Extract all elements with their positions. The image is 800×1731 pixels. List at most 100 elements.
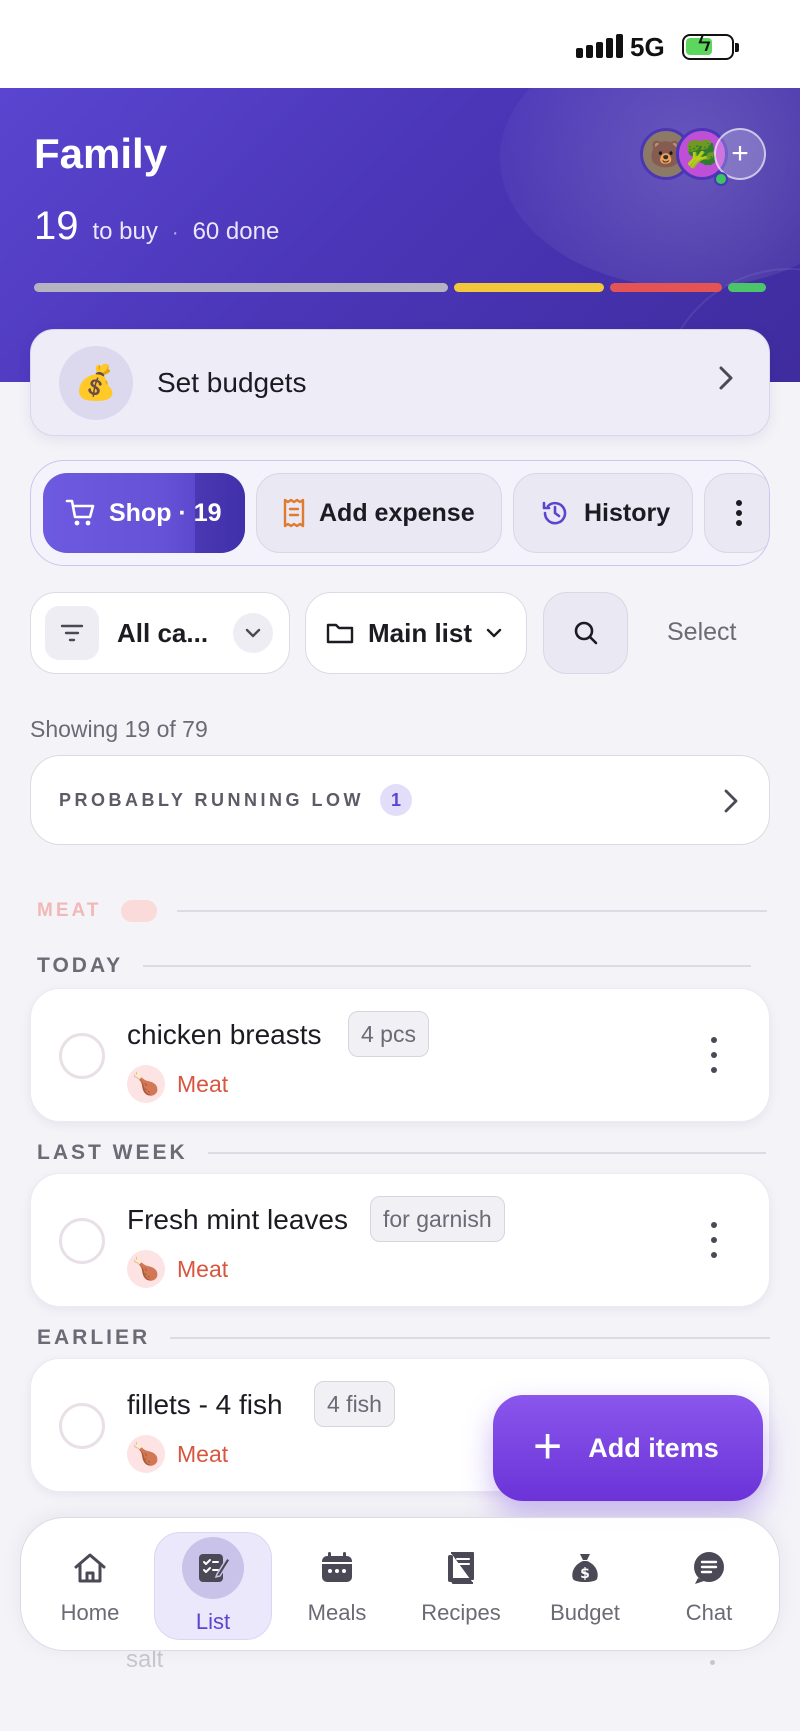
add-items-label: Add items xyxy=(588,1432,719,1463)
add-expense-button[interactable]: Add expense xyxy=(256,473,502,553)
network-label: 5G xyxy=(630,32,665,62)
showing-count: Showing 19 of 79 xyxy=(30,716,208,742)
item-name: Fresh mint leaves xyxy=(127,1204,348,1235)
progress-segment-yellow xyxy=(454,283,604,292)
chevron-down-icon xyxy=(486,628,502,638)
online-indicator xyxy=(714,172,728,186)
search-button[interactable] xyxy=(543,592,628,674)
nav-item-chat[interactable]: Chat xyxy=(650,1532,768,1640)
section-header-earlier: EARLIER xyxy=(37,1326,771,1350)
battery-charging-icon: ϟ xyxy=(682,32,739,60)
item-checkbox[interactable] xyxy=(59,1033,105,1079)
nav-item-home[interactable]: Home xyxy=(31,1532,149,1640)
plus-icon: + xyxy=(533,1418,563,1474)
nav-label: Meals xyxy=(307,1600,367,1625)
count-separator: · xyxy=(171,222,179,244)
done-count: 60 done xyxy=(192,218,280,245)
list-title: Family xyxy=(34,130,168,177)
list-item[interactable]: chicken breasts 4 pcs 🍗 Meat xyxy=(30,988,770,1122)
item-quantity-badge: for garnish xyxy=(370,1196,505,1242)
meat-icon: 🍗 xyxy=(127,1435,165,1473)
progress-bar xyxy=(34,283,766,292)
nav-label: Chat xyxy=(685,1600,733,1625)
shop-button[interactable]: Shop · 19 xyxy=(43,473,245,553)
item-checkbox[interactable] xyxy=(59,1403,105,1449)
nav-item-meals[interactable]: Meals xyxy=(278,1532,396,1640)
more-actions-button[interactable] xyxy=(704,473,769,553)
category-header-label: MEAT xyxy=(37,900,102,921)
action-bar: Shop · 19 Add expense History xyxy=(30,460,770,566)
nav-label: Budget xyxy=(550,1600,620,1625)
filter-bar: All ca... Main list Select xyxy=(30,592,770,674)
item-quantity-badge: 4 fish xyxy=(314,1381,395,1427)
bottom-nav: Home List Meals Recipes $ Budget Chat xyxy=(20,1517,780,1651)
section-header-label: TODAY xyxy=(37,954,124,977)
item-menu-button[interactable] xyxy=(709,1222,719,1258)
progress-segment-gray xyxy=(34,283,448,292)
section-header-label: EARLIER xyxy=(37,1326,151,1349)
item-category: 🍗 Meat xyxy=(127,1065,228,1103)
progress-segment-red xyxy=(610,283,722,292)
chevron-right-icon xyxy=(724,789,738,813)
cart-icon xyxy=(65,499,95,526)
chat-icon xyxy=(687,1546,731,1590)
nav-label: List xyxy=(195,1609,231,1634)
chevron-down-icon xyxy=(233,613,273,653)
category-filter[interactable]: All ca... xyxy=(30,592,290,674)
section-header-last-week: LAST WEEK xyxy=(37,1141,766,1165)
running-low-badge: 1 xyxy=(380,784,413,816)
section-header-label: LAST WEEK xyxy=(37,1141,188,1164)
more-vertical-icon xyxy=(736,500,742,526)
list-selector[interactable]: Main list xyxy=(305,592,527,674)
nav-label: Recipes xyxy=(421,1600,501,1625)
shop-label: Shop · 19 xyxy=(109,498,222,527)
book-icon xyxy=(439,1546,483,1590)
item-quantity-badge: 4 pcs xyxy=(348,1011,429,1057)
item-menu-button[interactable] xyxy=(709,1037,719,1073)
select-button[interactable]: Select xyxy=(667,618,736,647)
filter-icon xyxy=(45,606,99,660)
home-icon xyxy=(68,1546,112,1590)
item-category-label: Meat xyxy=(177,1440,229,1467)
nav-label: Home xyxy=(60,1600,120,1625)
add-items-button[interactable]: + Add items xyxy=(493,1395,763,1501)
history-label: History xyxy=(584,498,671,527)
progress-segment-green xyxy=(728,283,766,292)
money-bag-icon: 💰 xyxy=(59,345,133,420)
item-category: 🍗 Meat xyxy=(127,1250,228,1288)
receipt-icon xyxy=(283,498,305,528)
to-buy-label: to buy xyxy=(92,218,158,245)
checklist-icon xyxy=(182,1537,244,1599)
nav-item-recipes[interactable]: Recipes xyxy=(402,1532,520,1640)
money-bag-icon: $ xyxy=(563,1546,607,1590)
signal-bars-icon xyxy=(576,34,623,58)
history-button[interactable]: History xyxy=(513,473,693,553)
item-category: 🍗 Meat xyxy=(127,1435,228,1473)
status-bar: 5G ϟ xyxy=(0,0,800,88)
item-name: chicken breasts xyxy=(127,1019,322,1050)
to-buy-count: 19 xyxy=(34,204,79,248)
nav-item-budget[interactable]: $ Budget xyxy=(526,1532,644,1640)
meat-icon: 🍗 xyxy=(127,1250,165,1288)
running-low-label: PROBABLY RUNNING LOW xyxy=(59,789,365,810)
add-expense-label: Add expense xyxy=(319,498,475,527)
set-budgets-label: Set budgets xyxy=(157,366,307,398)
item-checkbox[interactable] xyxy=(59,1218,105,1264)
item-category-label: Meat xyxy=(177,1070,229,1097)
calendar-icon xyxy=(315,1546,359,1590)
member-avatars[interactable]: 🐻 🥦 + xyxy=(640,128,780,186)
list-item[interactable]: Fresh mint leaves for garnish 🍗 Meat xyxy=(30,1173,770,1307)
chevron-right-icon xyxy=(719,366,733,390)
item-name: fillets - 4 fish xyxy=(127,1389,283,1420)
category-filter-label: All ca... xyxy=(117,617,209,648)
category-header-meat: MEAT xyxy=(37,900,768,922)
nav-item-list[interactable]: List xyxy=(154,1532,272,1640)
history-icon xyxy=(542,501,567,525)
list-selector-label: Main list xyxy=(368,617,473,648)
set-budgets-card[interactable]: 💰 Set budgets xyxy=(30,329,770,436)
list-counts: 19 to buy · 60 done xyxy=(34,204,279,249)
folder-icon xyxy=(326,623,354,644)
running-low-card[interactable]: PROBABLY RUNNING LOW 1 xyxy=(30,755,770,845)
section-header-today: TODAY xyxy=(37,954,752,978)
meat-icon: 🍗 xyxy=(127,1065,165,1103)
